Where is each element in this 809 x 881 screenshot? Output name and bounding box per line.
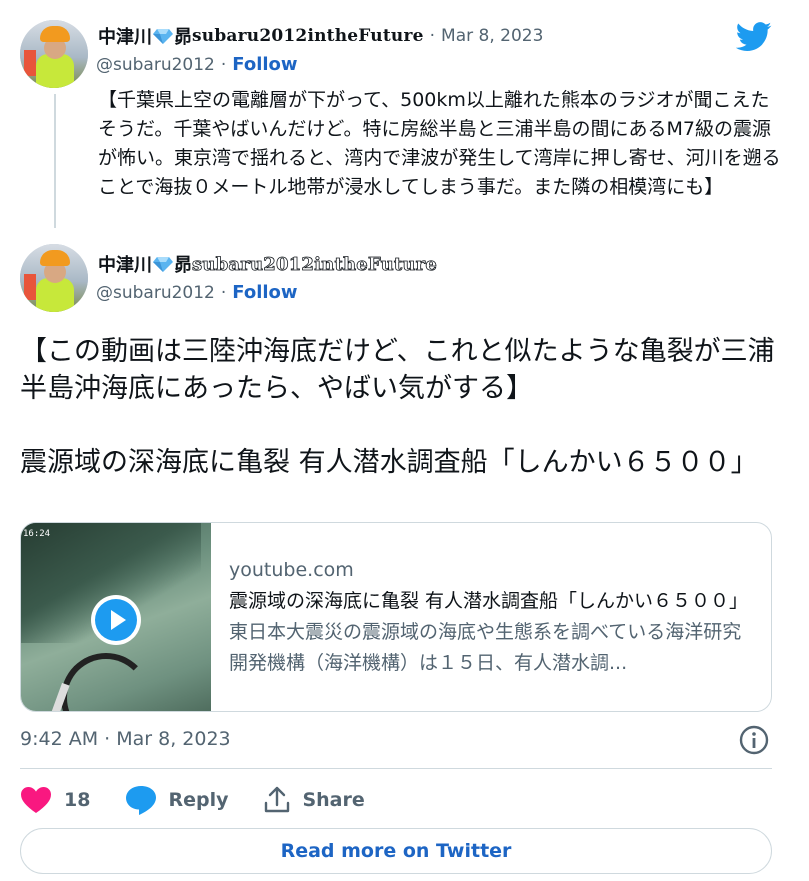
card-domain: youtube.com xyxy=(229,559,354,581)
handle-row: @subaru2012 · Follow xyxy=(96,54,298,75)
tweet-text: 【この動画は三陸沖海底だけど、これと似たような亀裂が三浦半島沖海底にあったら、や… xyxy=(20,333,780,518)
reply-label: Reply xyxy=(168,789,229,811)
tweet-text: 【千葉県上空の電離層が下がって、500km以上離れた熊本のラジオが聞こえたそうだ… xyxy=(98,89,781,198)
info-icon[interactable] xyxy=(738,724,770,756)
play-icon[interactable] xyxy=(91,595,141,645)
author-name-row[interactable]: 中津川 昴 subaru2012intheFuture xyxy=(98,251,437,277)
reply-button[interactable]: Reply xyxy=(124,784,228,816)
video-thumbnail[interactable]: 16:24 xyxy=(21,523,211,711)
handle-row: @subaru2012 · Follow xyxy=(96,282,298,303)
tweet-paragraph: 【この動画は三陸沖海底だけど、これと似たような亀裂が三浦半島沖海底にあったら、や… xyxy=(20,336,775,404)
dot-separator: · xyxy=(220,54,227,75)
display-name-jp[interactable]: 中津川 xyxy=(98,23,152,49)
thread-line xyxy=(54,94,56,228)
card-title: 震源域の深海底に亀裂 有人潜水調査船「しんかい６５００」 xyxy=(229,590,749,612)
dot-separator: · xyxy=(429,26,436,46)
card-description: 東日本大震災の震源域の海底や生態系を調べている海洋研究開発機構（海洋機構）は１５… xyxy=(229,621,742,674)
divider xyxy=(20,768,772,769)
display-name-jp[interactable]: 中津川 xyxy=(98,251,152,277)
follow-button[interactable]: Follow xyxy=(232,54,297,75)
video-timecode: 16:24 xyxy=(23,529,51,539)
gem-icon xyxy=(153,29,173,44)
handle[interactable]: @subaru2012 xyxy=(96,55,215,75)
share-button[interactable]: Share xyxy=(262,785,365,815)
display-name-jp2[interactable]: 昴 xyxy=(174,251,192,277)
link-preview-card[interactable]: 16:24 youtube.com 震源域の深海底に亀裂 有人潜水調査船「しんか… xyxy=(20,522,772,712)
reply-bubble-icon xyxy=(126,786,157,815)
dot-separator: · xyxy=(220,282,227,303)
share-icon xyxy=(265,786,290,813)
display-name-latin[interactable]: subaru2012intheFuture xyxy=(192,253,438,275)
tweet-timestamp[interactable]: 9:42 AM · Mar 8, 2023 xyxy=(20,728,231,750)
display-name-latin[interactable]: subaru2012intheFuture xyxy=(192,26,424,46)
share-label: Share xyxy=(302,789,365,811)
twitter-bird-icon[interactable] xyxy=(736,22,772,52)
tweet-paragraph: 震源域の深海底に亀裂 有人潜水調査船「しんかい６５００」 xyxy=(20,447,758,478)
author-name-row[interactable]: 中津川 昴 subaru2012intheFuture · Mar 8, 202… xyxy=(98,23,543,49)
avatar[interactable] xyxy=(20,20,88,88)
avatar[interactable] xyxy=(20,244,88,312)
display-name-jp2[interactable]: 昴 xyxy=(174,23,192,49)
handle[interactable]: @subaru2012 xyxy=(96,283,215,303)
tweet-date[interactable]: Mar 8, 2023 xyxy=(441,26,543,46)
follow-button[interactable]: Follow xyxy=(232,282,297,303)
read-more-button[interactable]: Read more on Twitter xyxy=(20,828,772,874)
card-body[interactable]: youtube.com 震源域の深海底に亀裂 有人潜水調査船「しんかい６５００」… xyxy=(211,523,771,711)
tweet-actions: 18 Reply Share xyxy=(20,782,399,818)
gem-icon xyxy=(153,257,173,272)
heart-icon xyxy=(21,787,51,813)
like-button[interactable]: 18 xyxy=(20,786,90,814)
like-count: 18 xyxy=(64,789,91,811)
